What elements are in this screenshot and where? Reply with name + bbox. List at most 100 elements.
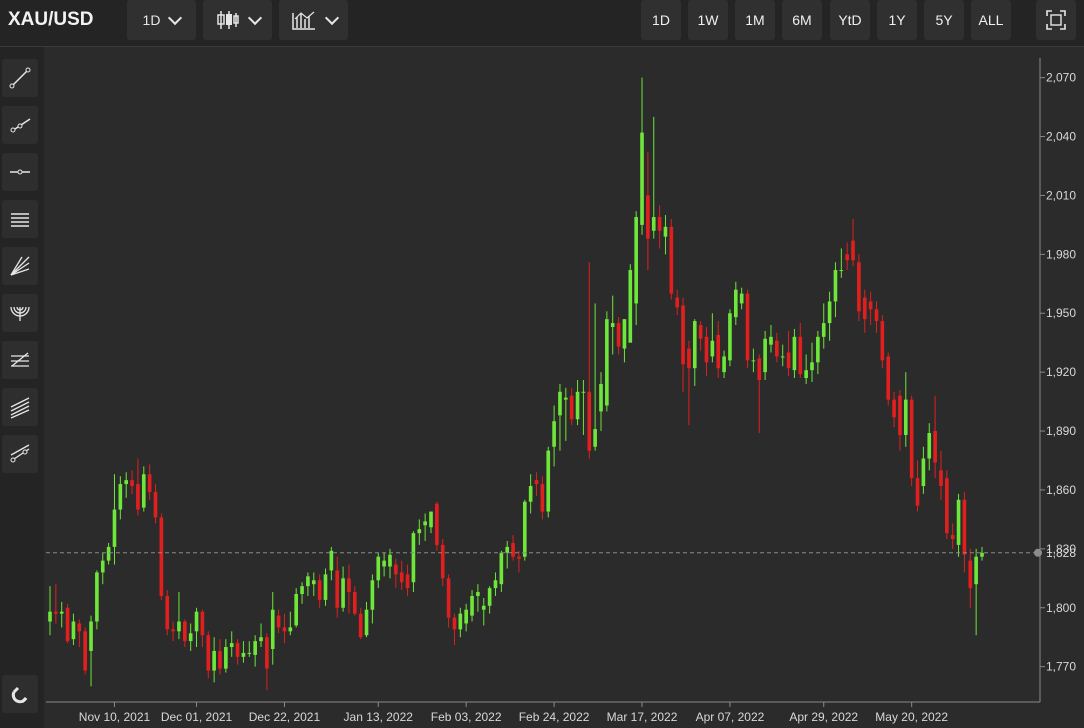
candle-body [323,574,328,600]
candle-body [153,491,158,518]
candle-body [259,637,263,642]
candle-body [827,301,832,324]
plot-area [46,56,1040,702]
candle-body [71,621,76,640]
candle-body [399,572,404,583]
y-tick-label: 1,860 [1046,483,1076,497]
candle [886,352,891,406]
candle-body [493,580,498,589]
candle [65,603,70,644]
candle-body [798,336,803,375]
candle-body [757,358,762,380]
candle-body [306,576,310,587]
candle [83,627,87,675]
candle-body [300,586,304,595]
candle-body [704,336,709,363]
x-tick-label: Mar 17, 2022 [607,710,678,724]
candle-body [692,321,697,369]
candle-body [968,560,973,589]
candle [909,395,914,487]
y-tick-label: 2,070 [1046,71,1076,85]
candle-body [329,550,334,571]
candle-body [136,484,140,510]
candle [522,499,527,561]
candle-body [118,484,123,510]
candle-body [165,595,170,630]
y-tick-label: 1,980 [1046,247,1076,261]
candle-body [675,297,680,308]
x-tick-label: Dec 01, 2021 [161,710,233,724]
x-tick-label: Feb 24, 2022 [519,710,590,724]
candle-body [247,652,252,654]
candle-body [235,643,240,657]
candle-body [352,592,357,614]
candle-body [405,574,410,589]
candle-body [358,613,363,638]
candle-body [370,580,375,610]
candle-body [470,595,474,616]
candle-body [587,391,592,451]
candle-body [839,270,844,272]
candle-body [382,560,386,567]
candle-body [821,323,826,337]
candle-body [106,546,111,561]
candle-body [980,552,984,557]
candle-body [505,546,510,553]
candle-body [394,564,398,575]
candle-body [188,633,193,642]
candle-body [716,334,721,369]
candle-body [786,352,791,369]
candle-body [640,132,644,225]
candle-body [464,609,468,624]
candle-body [423,521,427,526]
last-price-label: 1,828 [1046,546,1076,560]
candle-body [218,650,222,669]
candle-body [851,240,855,261]
candle-body [886,356,891,400]
candle-body [722,356,726,373]
candle [857,254,861,322]
candle-body [657,217,662,231]
candle-body [276,615,281,628]
candle-body [517,556,521,559]
candle-body [816,336,820,363]
candle [159,513,164,600]
candle-body [487,588,492,606]
candle-body [528,486,533,502]
y-tick-label: 1,800 [1046,601,1076,615]
candle-body [546,450,551,512]
candle-body [552,421,556,447]
candle-body [593,429,597,447]
candle-body [927,433,932,459]
candle-body [89,621,93,651]
y-tick-label: 1,950 [1046,306,1076,320]
y-tick-label: 1,920 [1046,365,1076,379]
candle-body [950,535,955,540]
candle-body [898,395,902,435]
price-chart[interactable]: 2,070 2,040 2,010 1,980 1,950 1,920 1,890 1,860… [0,0,1084,728]
candle-body [458,613,463,630]
candle-body [646,195,650,239]
candle-body [77,623,82,632]
candle-body [212,650,216,671]
candle-body [669,226,674,294]
x-tick-label: Feb 03, 2022 [431,710,502,724]
candle [165,590,170,636]
candle-body [229,643,234,648]
candle-body [903,399,908,435]
candle-body [792,336,797,371]
candle-body [511,542,515,557]
x-tick-label: Nov 10, 2021 [79,710,151,724]
candle-body [862,297,867,320]
candle-body [605,319,609,406]
candle [745,289,750,369]
candle-body [921,458,926,487]
candle-body [177,621,181,632]
candle-body [317,580,322,600]
candle-body [417,529,422,534]
candle [294,588,299,628]
candle-body [739,293,744,304]
last-price-dot [1034,548,1042,557]
candle-body [452,617,457,630]
candle-body [687,348,691,369]
